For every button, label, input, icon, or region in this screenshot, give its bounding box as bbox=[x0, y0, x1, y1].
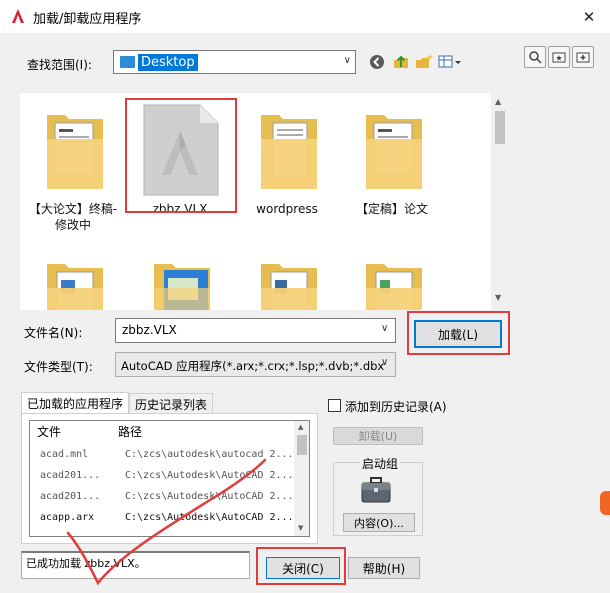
startup-suite-label: 启动组 bbox=[360, 455, 401, 472]
file-list-scrollbar[interactable]: ▲ ▼ bbox=[491, 93, 509, 310]
briefcase-icon[interactable] bbox=[360, 476, 392, 504]
tab-history-list[interactable]: 历史记录列表 bbox=[129, 393, 214, 413]
column-header-path[interactable]: 路径 bbox=[118, 423, 142, 440]
file-list[interactable]: 【大论文】终稿-修改中 zbbz.VLX wordpress 【定稿】论文 bbox=[20, 93, 509, 310]
chevron-down-icon[interactable]: ∨ bbox=[381, 323, 388, 334]
chevron-down-icon[interactable]: ∨ bbox=[381, 357, 388, 368]
views-menu-icon[interactable] bbox=[437, 52, 463, 72]
add-history-checkbox[interactable] bbox=[328, 399, 341, 412]
window-close-button[interactable]: ✕ bbox=[568, 0, 610, 33]
checkmark-annotation bbox=[66, 458, 267, 586]
file-item-thesis-draft[interactable]: 【大论文】终稿-修改中 bbox=[23, 93, 123, 243]
add-favorites-icon[interactable] bbox=[572, 46, 594, 68]
file-item-folder-8[interactable] bbox=[342, 253, 442, 310]
folder-icon bbox=[47, 115, 103, 189]
filename-input[interactable]: zbbz.VLX bbox=[115, 318, 396, 343]
file-item-wordpress[interactable]: wordpress bbox=[237, 93, 337, 243]
up-folder-icon[interactable] bbox=[391, 52, 411, 72]
lookin-value: Desktop bbox=[138, 54, 198, 71]
folder-icon bbox=[366, 264, 422, 310]
new-folder-icon[interactable] bbox=[414, 52, 434, 72]
scroll-thumb[interactable] bbox=[297, 435, 307, 455]
desktop-icon bbox=[120, 56, 135, 68]
apps-list-scrollbar[interactable]: ▲ ▼ bbox=[294, 421, 309, 536]
chevron-down-icon[interactable]: ∨ bbox=[344, 55, 351, 66]
help-button[interactable]: 帮助(H) bbox=[348, 557, 420, 579]
favorites-folder-icon[interactable] bbox=[548, 46, 570, 68]
scroll-thumb[interactable] bbox=[495, 111, 505, 144]
back-icon[interactable] bbox=[367, 52, 387, 72]
highlight-selected-file bbox=[125, 98, 237, 213]
folder-icon bbox=[261, 115, 317, 189]
lookin-dropdown[interactable]: Desktop ∨ bbox=[113, 50, 356, 74]
close-button[interactable]: 关闭(C) bbox=[266, 557, 340, 579]
file-item-final-thesis[interactable]: 【定稿】论文 bbox=[342, 93, 442, 243]
folder-icon bbox=[366, 115, 422, 189]
file-name: 【大论文】终稿-修改中 bbox=[28, 202, 118, 232]
file-item-folder-5[interactable] bbox=[23, 253, 123, 310]
folder-icon bbox=[261, 264, 317, 310]
folder-icon bbox=[154, 264, 210, 310]
search-web-icon[interactable] bbox=[524, 46, 546, 68]
file-item-folder-7[interactable] bbox=[237, 253, 337, 310]
column-header-file[interactable]: 文件 bbox=[37, 423, 61, 440]
tab-loaded-apps[interactable]: 已加载的应用程序 bbox=[21, 392, 130, 414]
lookin-label: 查找范围(I): bbox=[27, 58, 92, 72]
filetype-dropdown[interactable]: AutoCAD 应用程序(*.arx;*.crx;*.lsp;*.dvb;*.d… bbox=[115, 352, 396, 377]
file-name: wordpress bbox=[256, 202, 318, 216]
file-name: 【定稿】论文 bbox=[355, 202, 428, 216]
scroll-up-icon[interactable]: ▲ bbox=[495, 97, 501, 106]
folder-icon bbox=[47, 264, 103, 310]
filename-label: 文件名(N): bbox=[24, 326, 83, 340]
add-history-label[interactable]: 添加到历史记录(A) bbox=[345, 398, 447, 415]
window-title: 加载/卸载应用程序 bbox=[33, 12, 142, 27]
scroll-up-icon[interactable]: ▲ bbox=[298, 423, 303, 431]
scroll-down-icon[interactable]: ▼ bbox=[298, 524, 303, 532]
filetype-label: 文件类型(T): bbox=[24, 360, 93, 374]
load-button[interactable]: 加载(L) bbox=[414, 320, 502, 348]
file-item-folder-6[interactable] bbox=[130, 253, 230, 310]
contents-button[interactable]: 内容(O)... bbox=[343, 513, 415, 532]
scroll-down-icon[interactable]: ▼ bbox=[495, 293, 501, 302]
unload-button[interactable]: 卸载(U) bbox=[333, 427, 423, 445]
edge-app-icon bbox=[600, 491, 610, 515]
autocad-app-icon bbox=[9, 7, 27, 25]
